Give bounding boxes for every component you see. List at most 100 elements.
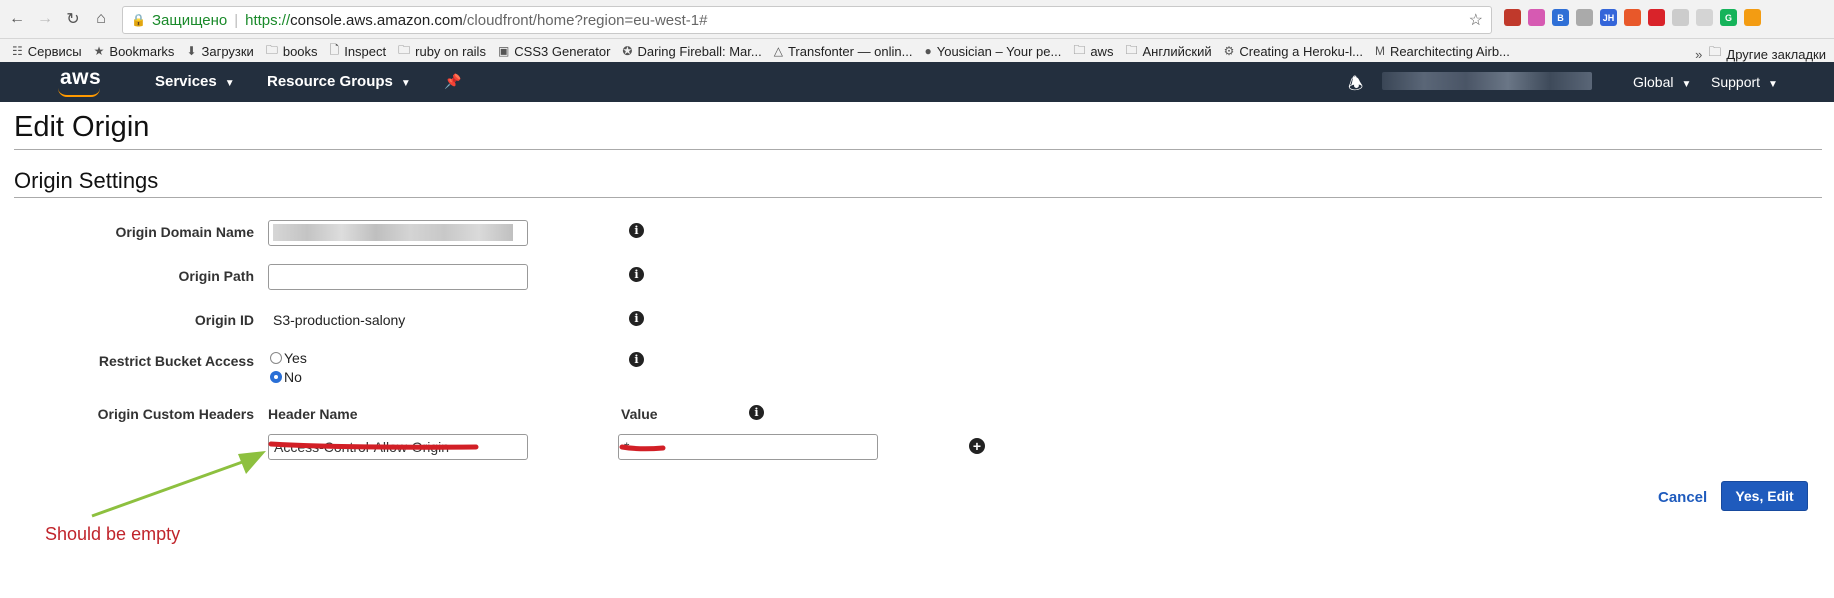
home-icon[interactable]: ⌂ — [90, 8, 112, 30]
folder-icon: 🗀 — [265, 42, 278, 57]
info-icon[interactable]: i — [749, 405, 764, 420]
bookmark-item[interactable]: 🗀 ruby on rails — [398, 41, 486, 62]
add-header-icon[interactable]: + — [969, 438, 985, 454]
origin-domain-name-label: Origin Domain Name — [115, 224, 254, 240]
restrict-bucket-access-label: Restrict Bucket Access — [98, 353, 254, 369]
info-icon[interactable]: i — [629, 311, 644, 326]
info-icon[interactable]: i — [629, 223, 644, 238]
back-icon[interactable]: ← — [6, 8, 28, 30]
restrict-no-radio[interactable] — [270, 371, 282, 383]
annotation-arrow — [91, 458, 249, 518]
chevron-double-icon[interactable]: » — [1695, 47, 1702, 62]
bookmark-item[interactable]: △ Transfonter — onlin... — [774, 44, 913, 59]
url-host: console.aws.amazon.com — [290, 11, 463, 29]
other-bookmarks[interactable]: » 🗀 Другие закладки — [1695, 43, 1826, 63]
bookmark-item[interactable]: ☷ Сервисы — [12, 44, 82, 59]
bookmark-label: CSS3 Generator — [514, 43, 611, 59]
extension-icon[interactable] — [1696, 9, 1713, 26]
page-title: Edit Origin — [14, 111, 150, 143]
aws-logo[interactable]: aws — [60, 66, 101, 90]
services-label: Services — [155, 73, 217, 90]
bookmark-label: Creating a Heroku-l... — [1239, 43, 1363, 59]
forward-icon[interactable]: → — [34, 8, 56, 30]
aws-smile-icon — [58, 88, 100, 97]
header-name-input[interactable] — [268, 434, 528, 460]
css3-icon: ▣ — [497, 44, 510, 58]
bookmark-item[interactable]: ⚙ Creating a Heroku-l... — [1224, 44, 1363, 59]
origin-custom-headers-label: Origin Custom Headers — [97, 406, 254, 422]
bookmark-item[interactable]: 🗀 books — [266, 41, 318, 62]
support-menu[interactable]: Support ▼ — [1711, 74, 1778, 90]
origin-path-input[interactable] — [268, 264, 528, 290]
bookmark-label: books — [282, 43, 318, 59]
bookmark-item[interactable]: ✪ Daring Fireball: Mar... — [622, 44, 761, 59]
extension-icon[interactable]: G — [1720, 9, 1737, 26]
bookmark-item[interactable]: ★ Bookmarks — [94, 44, 175, 59]
divider — [14, 149, 1822, 150]
header-name-column: Header Name — [268, 406, 358, 422]
bookmark-item[interactable]: 🗀 aws — [1073, 41, 1113, 62]
gear-icon: ⚙ — [1223, 44, 1235, 58]
bookmark-label: Daring Fireball: Mar... — [637, 43, 762, 59]
restrict-no-option[interactable]: No — [270, 369, 302, 385]
bookmark-item[interactable]: ▣ CSS3 Generator — [498, 44, 610, 59]
folder-icon: 🗀 — [398, 42, 411, 57]
bookmark-item[interactable]: ⬇ Загрузки — [186, 44, 253, 59]
header-value-input[interactable] — [618, 434, 878, 460]
extension-icon[interactable] — [1528, 9, 1545, 26]
aws-navbar: aws Services ▼ Resource Groups ▼ 📌 🕭 Globa… — [0, 62, 1834, 102]
bookmark-label: Transfonter — onlin... — [787, 43, 913, 59]
section-title: Origin Settings — [14, 168, 159, 193]
yes-edit-button[interactable]: Yes, Edit — [1721, 481, 1808, 511]
support-label: Support — [1711, 74, 1761, 90]
address-separator: | — [234, 11, 239, 29]
extension-icon[interactable]: JH — [1600, 9, 1617, 26]
info-icon[interactable]: i — [629, 352, 644, 367]
url-path: /cloudfront/home?region=eu-west-1# — [462, 11, 708, 29]
bookmark-label: Bookmarks — [109, 43, 175, 59]
restrict-yes-radio[interactable] — [270, 352, 282, 364]
page-icon: 🗋 — [329, 42, 340, 57]
services-menu[interactable]: Services ▼ — [155, 73, 235, 90]
restrict-yes-option[interactable]: Yes — [270, 350, 307, 366]
region-label: Global — [1633, 74, 1674, 90]
annotation-text: Should be empty — [45, 524, 181, 544]
star-circle-icon: ✪ — [622, 44, 633, 58]
chevron-down-icon: ▼ — [400, 78, 411, 89]
extension-icon[interactable] — [1672, 9, 1689, 26]
bookmark-item[interactable]: 🗋 Inspect — [330, 41, 387, 62]
bookmark-label: Rearchitecting Airb... — [1389, 43, 1510, 59]
region-menu[interactable]: Global ▼ — [1633, 74, 1691, 90]
origin-domain-redacted — [273, 224, 513, 241]
reload-icon[interactable]: ↻ — [62, 8, 84, 30]
bookmark-label: Inspect — [344, 43, 387, 59]
bookmark-item[interactable]: 🗀 Английский — [1125, 41, 1211, 62]
chevron-down-icon: ▼ — [224, 78, 235, 89]
extension-icon[interactable] — [1624, 9, 1641, 26]
address-bar[interactable]: 🔒 Защищено | https://console.aws.amazon.… — [122, 6, 1492, 34]
resource-groups-menu[interactable]: Resource Groups ▼ — [267, 73, 411, 90]
divider — [14, 197, 1822, 198]
extension-icon[interactable] — [1576, 9, 1593, 26]
medium-icon: M — [1374, 44, 1385, 58]
bell-icon[interactable]: 🕭 — [1348, 71, 1363, 100]
extension-icon[interactable]: B — [1552, 9, 1569, 26]
bookmark-label: Yousician – Your pe... — [936, 43, 1062, 59]
cancel-button[interactable]: Cancel — [1658, 489, 1707, 506]
extension-icons: B JH G — [1504, 9, 1761, 26]
value-column: Value — [621, 406, 658, 422]
folder-icon: 🗀 — [1708, 44, 1722, 59]
yousician-icon: ● — [924, 44, 932, 58]
extension-icon[interactable] — [1744, 9, 1761, 26]
annotation-arrowhead — [238, 451, 266, 474]
account-name-redacted[interactable] — [1382, 72, 1592, 90]
bookmark-label: Сервисы — [27, 43, 82, 59]
info-icon[interactable]: i — [629, 267, 644, 282]
star-icon: ★ — [93, 44, 105, 58]
bookmark-item[interactable]: M Rearchitecting Airb... — [1375, 44, 1510, 59]
bookmark-star-icon[interactable]: ☆ — [1469, 10, 1483, 30]
bookmark-item[interactable]: ● Yousician – Your pe... — [924, 44, 1061, 59]
extension-icon[interactable] — [1648, 9, 1665, 26]
extension-icon[interactable] — [1504, 9, 1521, 26]
pin-icon[interactable]: 📌 — [444, 73, 461, 90]
